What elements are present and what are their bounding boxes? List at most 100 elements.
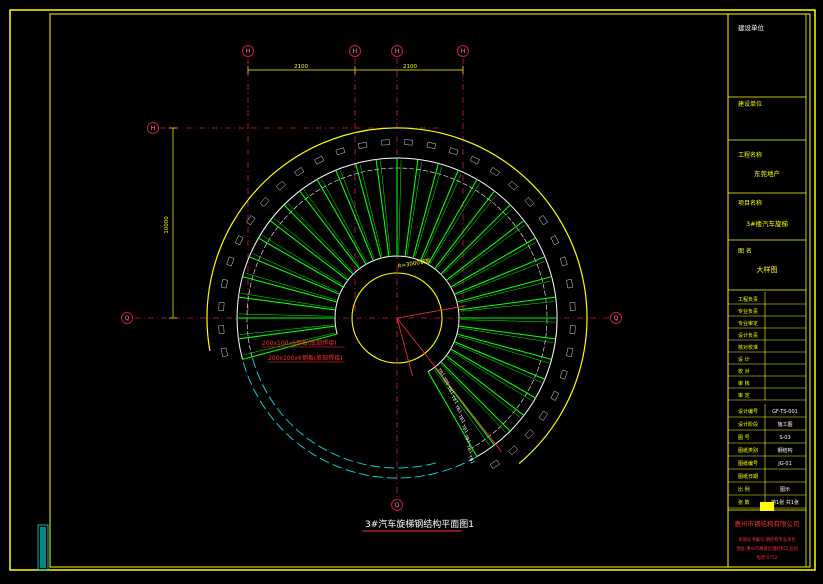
dashed-outline-arc [251,356,436,469]
drawing-title: 3#汽车旋梯钢结构平面图1 [365,518,474,530]
tb-info-value: JG-01 [777,461,792,467]
step-label-box [294,167,305,177]
grid-bubble-label: H [246,48,251,55]
step-label-box [448,147,459,156]
tread-edge [303,190,360,267]
company-sub-2: 地址:惠州市惠城区钢结构工业园 [736,545,798,552]
grid-bubble-label: H [353,48,358,55]
tread-line [456,276,552,303]
tb-info-label: 比 例 [738,486,750,493]
step-label-box [259,197,270,207]
step-label-box [226,256,235,267]
tread-line [238,296,336,311]
step-label-box [566,347,574,357]
tb-sig-label: 专业负责 [738,308,758,315]
step-label-box [276,180,286,191]
step-label-box [524,197,535,207]
tread-line [248,256,340,295]
tread-edge [398,160,402,255]
step-label-box [489,459,500,469]
tread-edge [239,313,334,317]
tb-project-label: 工程名称 [738,151,762,159]
tb-sig-label: 审 核 [738,380,750,387]
company-sub-3: 电话:0752 [757,554,778,561]
step-label-box [550,390,560,401]
tb-info-label: 图纸日期 [738,473,758,480]
tread-line [355,163,382,259]
tread-edge [406,161,422,255]
outer-frame [9,9,816,571]
tb-sig-label: 校 对 [738,368,750,375]
tread-line [450,348,536,399]
tread-line [450,237,536,288]
step-label-box [538,215,548,226]
company-logo [760,502,774,511]
tb-info-value: 图示 [780,487,790,493]
step-label-box [314,155,325,165]
annotation-1: 200x100x6钢板(底部焊接) [262,339,337,347]
dim-left: 10000 [164,216,170,234]
tb-drawing-label: 图 名 [738,247,752,255]
tb-header: 建设单位 [738,23,765,32]
dim-top-2: 2100 [403,64,417,70]
grid-bubble-label: H [461,48,466,55]
step-label-box [538,410,548,421]
step-label-box [234,235,244,246]
tread-line [454,341,546,380]
tb-sig-label: 审 定 [738,392,750,399]
tb-info-value: GF-TS-001 [772,409,798,415]
step-label-box [569,302,576,311]
tread-line [404,159,419,257]
company-sub-1: 资质证书编号:钢结构专业承包 [738,536,796,543]
annotation-2: 200x100x6钢板(底部焊接) [268,354,343,362]
step-label-box [218,325,225,334]
tb-sig-label: 专业审定 [738,320,758,327]
step-label-box [358,141,368,149]
tread-line [456,333,552,360]
step-label-box [508,445,518,456]
tread-line [420,169,459,261]
tread-edge [240,293,334,309]
tread-label: TB1 [453,403,463,415]
step-label-box [524,429,535,439]
tread-edge [460,327,554,343]
company-name: 惠州市钢结构有限公司 [735,519,800,528]
tb-info-label: 图纸编号 [738,460,758,467]
step-label-box [426,141,436,149]
tread-line [412,163,439,259]
step-label-box [559,256,568,267]
tread-line [427,371,478,457]
step-label-box [508,180,518,191]
tread-line [427,179,478,265]
tb-sig-label: 工程负责 [738,296,758,303]
tb-item-label: 项目名称 [738,199,762,207]
tread-label: TB1 [462,433,472,445]
tread-line [316,179,367,265]
tb-sig-label: 设计负责 [738,332,758,339]
tread-line [458,296,556,311]
tread-edge [262,235,343,285]
tread-line [238,325,336,340]
grid-bubble-label: Q [125,315,130,322]
tb-info-value: 第1张 共1张 [771,499,799,506]
dim-top-1: 2100 [294,64,308,70]
tb-info-label: 图 号 [738,435,750,441]
step-label-box [566,279,574,289]
tread-line [375,159,390,257]
tread-edge [460,319,555,323]
step-label-box [469,155,480,165]
grid-bubble-label: H [151,125,156,132]
stair-plan: H H H HHQ QQ TB1TB1TB1TB1TB1TB1TB1TB1TB1TB1 [121,45,622,511]
tb-info-label: 张 数 [738,499,750,506]
step-label-box [550,235,560,246]
title-block: 建设单位 建设单位 工程名称 东莞地产 项目名称 3#楼汽车旋梯 图 名 大样图… [728,23,806,561]
step-label-box [569,325,576,334]
tb-project-name: 东莞地产 [754,169,781,178]
step-label-box [220,279,228,289]
grid-bubble-label: Q [614,315,619,322]
tb-sig-label: 核对校准 [738,344,758,351]
tb-info-label: 设计编号 [738,408,758,415]
tb-info-label: 设计阶段 [738,421,758,428]
step-label-box [404,139,413,146]
tread-line [458,325,556,340]
